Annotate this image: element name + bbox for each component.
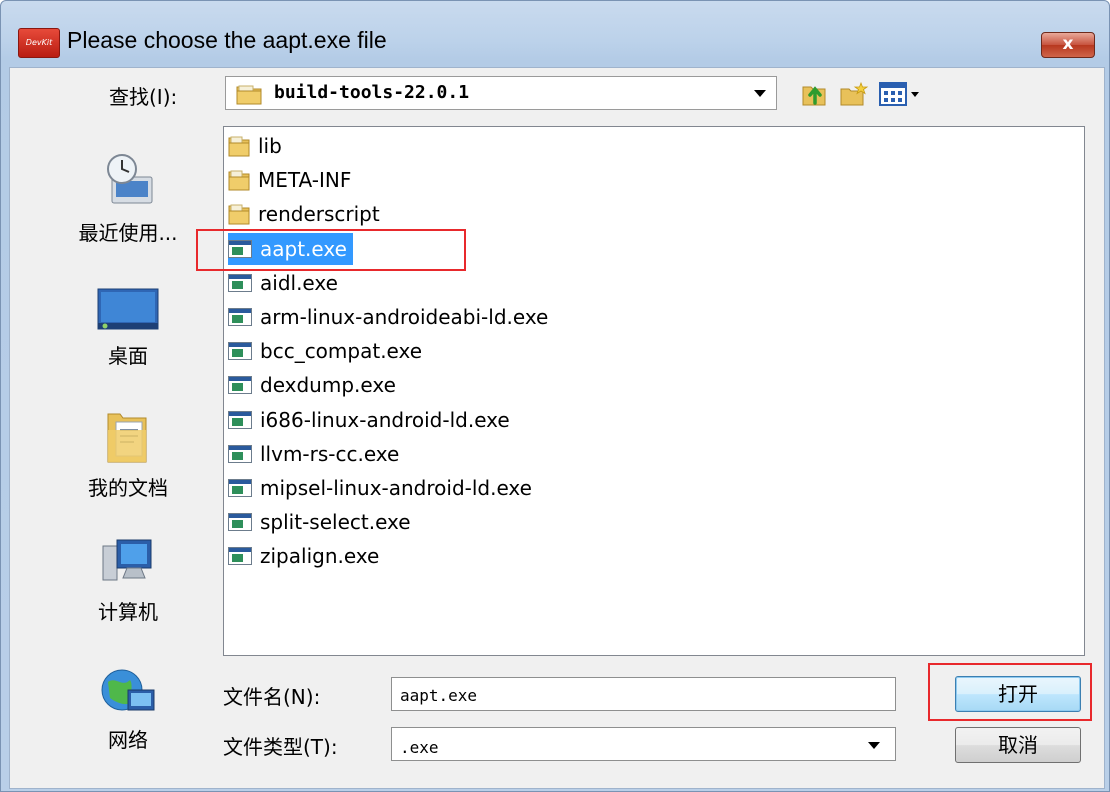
folder-icon (228, 136, 250, 157)
look-in-value: build-tools-22.0.1 (274, 82, 470, 103)
file-list[interactable]: lib META-INF renderscript aapt.exe aidl.exe a… (223, 126, 1085, 656)
file-name-text: META-INF (258, 168, 352, 193)
file-type-value: .exe (400, 738, 439, 757)
view-menu-icon[interactable] (879, 81, 921, 107)
close-button[interactable]: x (1041, 32, 1095, 58)
file-item[interactable]: arm-linux-androideabi-ld.exe (228, 301, 554, 333)
title-bar[interactable]: DevKit Please choose the aapt.exe file x (1, 1, 1109, 71)
up-folder-icon[interactable] (801, 81, 829, 107)
folder-icon (228, 204, 250, 225)
folder-item[interactable]: renderscript (228, 198, 386, 230)
folder-icon (236, 85, 262, 105)
file-item[interactable]: split-select.exe (228, 506, 417, 538)
places-bar: 最近使用... 桌面 我的文档 计算机 网络 (59, 123, 197, 773)
place-label: 计算机 (98, 600, 158, 624)
place-network[interactable]: 网络 (59, 668, 197, 753)
folder-item[interactable]: lib (228, 130, 288, 162)
exe-file-icon (228, 308, 252, 326)
file-item[interactable]: aidl.exe (228, 267, 344, 299)
file-name-text: mipsel-linux-android-ld.exe (260, 476, 532, 500)
file-name-text: aidl.exe (260, 270, 338, 295)
file-item[interactable]: dexdump.exe (228, 369, 402, 401)
chevron-down-icon[interactable] (868, 742, 880, 749)
exe-file-icon (228, 273, 252, 292)
exe-file-icon (228, 479, 252, 497)
chevron-down-icon[interactable] (754, 90, 766, 97)
computer-icon (102, 539, 152, 581)
file-name-text: bcc_compat.exe (260, 339, 423, 364)
exe-file-icon (228, 376, 252, 395)
file-name-input[interactable]: aapt.exe (391, 677, 896, 711)
place-recent-items[interactable]: 最近使用... (59, 153, 197, 246)
exe-file-icon (228, 547, 252, 566)
new-folder-icon[interactable] (839, 81, 869, 107)
desktop-icon (97, 288, 159, 330)
file-name-text: zipalign.exe (260, 544, 380, 569)
file-name-text: split-select.exe (260, 510, 411, 535)
place-desktop[interactable]: 桌面 (59, 288, 197, 369)
folder-item[interactable]: META-INF (228, 164, 357, 196)
place-label: 网络 (108, 728, 148, 752)
exe-file-icon (228, 342, 252, 361)
highlight-box-selected-file (196, 229, 466, 271)
file-name-text: lib (258, 134, 282, 158)
place-label: 我的文档 (88, 476, 168, 500)
exe-file-icon (228, 513, 252, 532)
file-type-label: 文件类型(T): (223, 735, 338, 759)
app-logo-icon: DevKit (18, 28, 60, 58)
file-name-label: 文件名(N): (223, 685, 321, 709)
look-in-label: 查找(I): (109, 85, 178, 109)
window-title: Please choose the aapt.exe file (67, 27, 387, 53)
file-dialog-window: DevKit Please choose the aapt.exe file x… (0, 0, 1110, 792)
my-documents-icon (107, 413, 147, 463)
file-name-text: dexdump.exe (260, 373, 396, 398)
place-label: 桌面 (108, 344, 148, 368)
folder-icon (228, 170, 250, 191)
place-my-documents[interactable]: 我的文档 (59, 408, 197, 501)
exe-file-icon (228, 410, 252, 429)
highlight-box-open-button (928, 663, 1092, 721)
file-item[interactable]: i686-linux-android-ld.exe (228, 404, 516, 436)
recent-items-icon (107, 154, 153, 204)
look-in-dropdown[interactable]: build-tools-22.0.1 (225, 76, 777, 110)
file-item[interactable]: zipalign.exe (228, 540, 385, 572)
network-icon (101, 669, 155, 711)
exe-file-icon (228, 444, 252, 463)
file-name-text: renderscript (258, 202, 380, 227)
file-type-dropdown[interactable]: .exe (391, 727, 896, 761)
place-label: 最近使用... (78, 221, 178, 245)
cancel-button[interactable]: 取消 (955, 727, 1081, 763)
place-computer[interactable]: 计算机 (59, 538, 197, 625)
file-item[interactable]: mipsel-linux-android-ld.exe (228, 472, 538, 504)
file-item[interactable]: llvm-rs-cc.exe (228, 438, 405, 470)
file-name-text: i686-linux-android-ld.exe (260, 407, 510, 432)
file-name-text: arm-linux-androideabi-ld.exe (260, 305, 549, 329)
file-name-text: llvm-rs-cc.exe (260, 441, 400, 466)
file-item[interactable]: bcc_compat.exe (228, 335, 428, 367)
